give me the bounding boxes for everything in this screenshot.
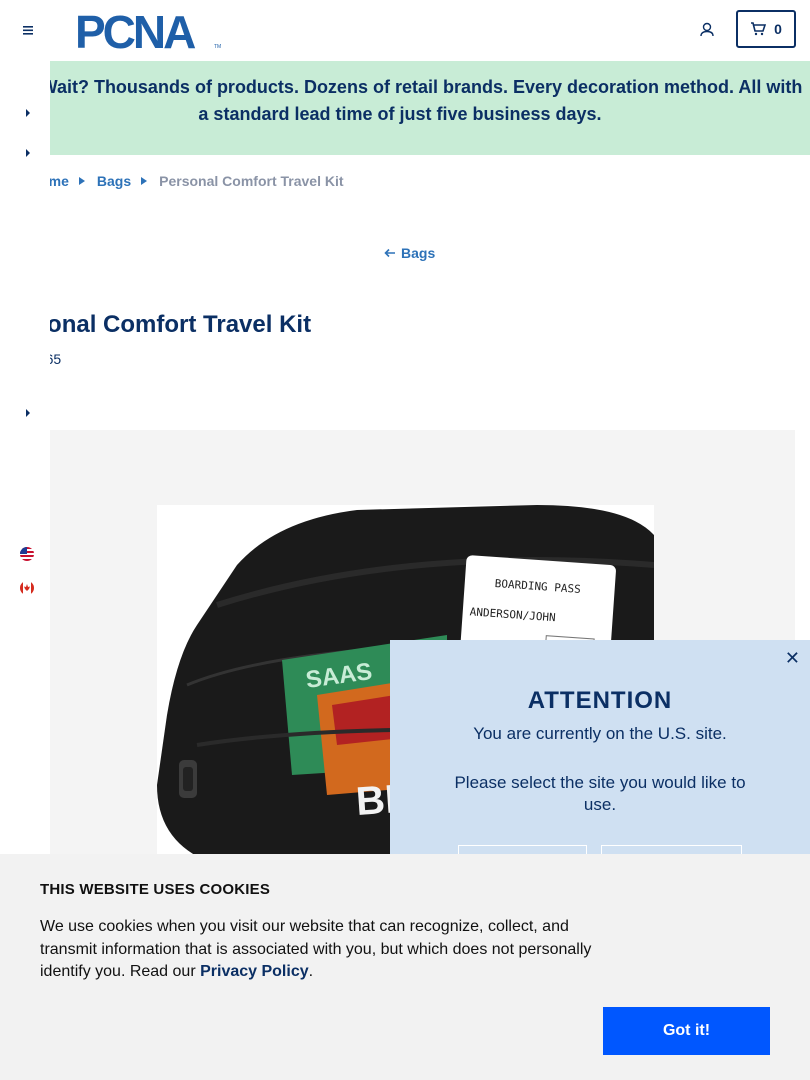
back-link-label: Bags	[401, 245, 436, 261]
logo-trademark: TM	[214, 44, 221, 50]
pcna-logo[interactable]: PCNA TM	[75, 6, 225, 58]
cart-icon	[751, 22, 767, 36]
sidebar-caret-icon[interactable]	[22, 406, 34, 418]
sidebar-caret-icon[interactable]	[22, 106, 34, 118]
menu-icon[interactable]	[17, 19, 39, 41]
cookie-body-period: .	[308, 963, 314, 980]
cookie-title: THIS WEBSITE USES COOKIES	[40, 881, 271, 898]
modal-current-site-text: You are currently on the U.S. site.	[473, 724, 727, 743]
site-selection-modal: ✕ ATTENTION You are currently on the U.S…	[390, 640, 810, 885]
back-to-bags-link[interactable]: Bags	[384, 245, 435, 261]
modal-title: ATTENTION	[527, 687, 673, 714]
caret-right-icon	[78, 177, 85, 185]
cart-button[interactable]: 0	[736, 10, 796, 48]
caret-right-icon	[141, 177, 148, 185]
account-icon[interactable]	[695, 18, 719, 42]
breadcrumb: Home Bags Personal Comfort Travel Kit	[30, 173, 344, 189]
cookie-body-text: We use cookies when you visit our websit…	[40, 918, 592, 980]
modal-instruction-text: Please select the site you would like to…	[454, 773, 746, 814]
canada-flag-icon[interactable]	[18, 579, 36, 597]
logo-wordmark: PCNA	[75, 10, 195, 52]
promo-banner-text: Why Wait? Thousands of products. Dozens …	[0, 77, 803, 124]
cookie-body: We use cookies when you visit our websit…	[40, 916, 610, 984]
cookie-accept-button[interactable]: Got it!	[603, 1007, 770, 1055]
cart-count: 0	[774, 21, 782, 37]
sidebar-caret-icon[interactable]	[22, 146, 34, 158]
cookie-banner: THIS WEBSITE USES COOKIES We use cookies…	[0, 854, 810, 1080]
site-header: PCNA TM 0	[0, 0, 810, 61]
arrow-left-icon	[384, 248, 395, 258]
privacy-policy-link[interactable]: Privacy Policy	[200, 963, 309, 980]
breadcrumb-bags[interactable]: Bags	[97, 173, 131, 189]
breadcrumb-current: Personal Comfort Travel Kit	[159, 173, 344, 189]
close-icon[interactable]: ✕	[785, 648, 800, 669]
promo-banner: Why Wait? Thousands of products. Dozens …	[0, 61, 810, 155]
us-flag-icon[interactable]	[18, 545, 36, 563]
